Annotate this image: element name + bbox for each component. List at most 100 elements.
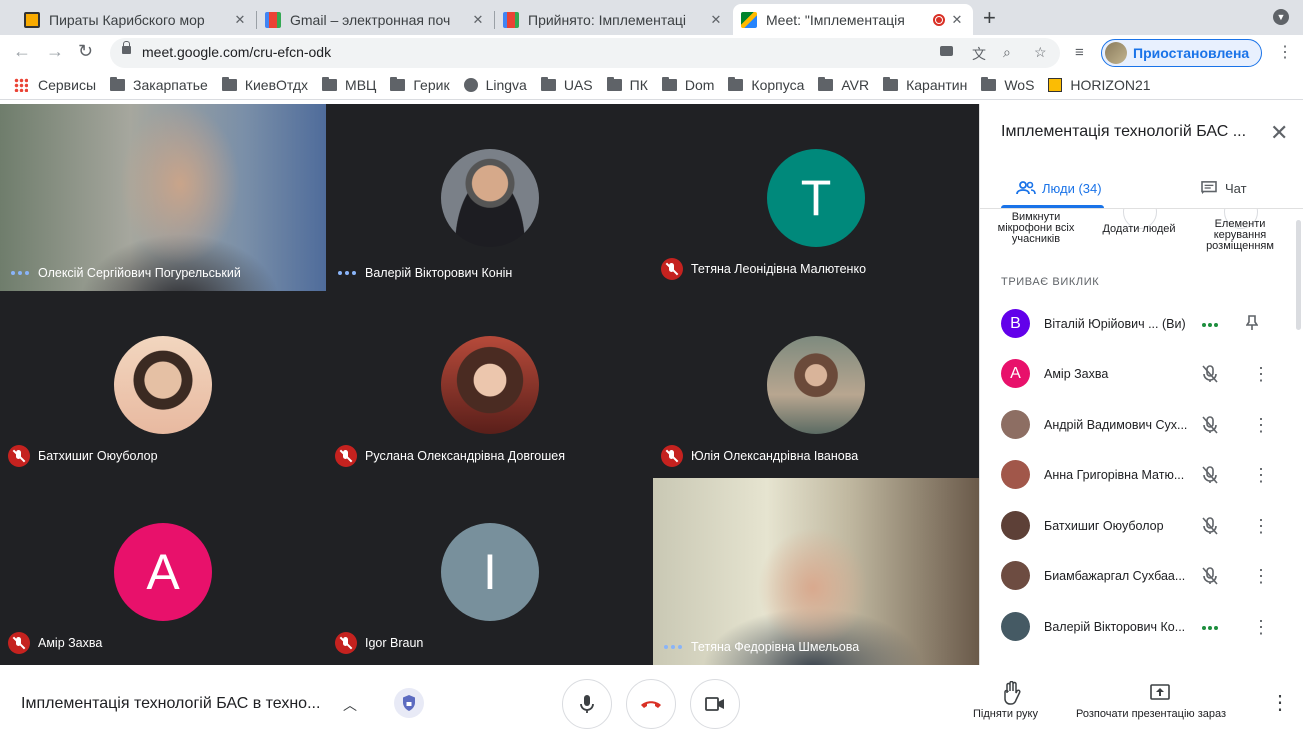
panel-title: Імплементація технологій БАС ... — [1001, 123, 1247, 140]
bookmark-folder[interactable]: WoS — [981, 76, 1035, 93]
browser-menu-icon[interactable]: ⋮ — [1277, 42, 1293, 62]
chevron-up-icon[interactable]: ︿ — [343, 695, 357, 715]
more-options-icon[interactable]: ⋮ — [1252, 617, 1270, 637]
avatar — [1001, 410, 1030, 439]
more-options-icon[interactable]: ⋮ — [1270, 693, 1290, 713]
translate-icon[interactable]: 文 — [972, 44, 986, 64]
list-item[interactable]: A Амір Захва ⋮ — [980, 349, 1303, 399]
microphone-button[interactable] — [562, 679, 612, 729]
participant-video — [0, 104, 326, 291]
bookmark-folder[interactable]: Dom — [661, 76, 714, 93]
bookmark-folder[interactable]: Закарпатье — [110, 76, 208, 93]
browser-tab[interactable]: Прийнято: Імплементаці ✕ — [495, 4, 732, 35]
participant-tile[interactable]: Олексій Сергійович Погурельський — [0, 104, 326, 291]
list-item[interactable]: Анна Григорівна Матю... ⋮ — [980, 450, 1303, 500]
tab-title: Gmail – электронная поч — [290, 11, 451, 28]
bookmark-label: Герик — [413, 76, 450, 93]
bookmark-folder[interactable]: UAS — [540, 76, 593, 93]
tab-people[interactable]: Люди (34) — [1016, 170, 1102, 206]
address-bar[interactable]: meet.google.com/cru-efcn-odk 文 ⌕ ☆ — [110, 38, 1060, 68]
bookmark-folder[interactable]: Герик — [390, 76, 450, 93]
list-item[interactable]: Андрій Вадимович Сух... ⋮ — [980, 400, 1303, 450]
participant-name: Амір Захва — [38, 636, 103, 650]
mute-all-button[interactable]: Вимкнути мікрофони всіх учасників — [995, 212, 1077, 245]
gmail-icon — [265, 11, 281, 28]
speaking-icon — [11, 271, 29, 275]
bookmark-folder[interactable]: Карантин — [883, 76, 967, 93]
avatar — [1105, 42, 1127, 64]
browser-tab-active[interactable]: Meet: "Імплементація ✕ — [733, 4, 973, 35]
present-label[interactable]: Розпочати презентацію зараз — [1076, 708, 1226, 720]
more-options-icon[interactable]: ⋮ — [1252, 465, 1270, 485]
participant-tile[interactable]: A Амір Захва — [0, 478, 326, 665]
layout-controls-button[interactable]: Елементи керування розміщенням — [1199, 219, 1281, 252]
participant-tile[interactable]: Т Тетяна Леонідівна Малютенко — [653, 104, 979, 291]
participant-name-tag: Валерій Вікторович Конін — [335, 266, 512, 280]
add-people-button[interactable]: Додати людей — [1098, 224, 1180, 235]
mic-off-icon — [8, 445, 30, 467]
meeting-title[interactable]: Імплементація технологій БАС в техно... — [21, 695, 320, 713]
person-name: Амір Захва — [1044, 367, 1109, 381]
browser-tab[interactable]: Gmail – электронная поч ✕ — [257, 4, 494, 35]
participant-tile[interactable]: Батхишиг Оюуболор — [0, 291, 326, 478]
star-icon[interactable]: ☆ — [1034, 44, 1047, 61]
back-icon[interactable]: ← — [13, 41, 31, 62]
more-options-icon[interactable]: ⋮ — [1252, 566, 1270, 586]
present-icon[interactable] — [1150, 684, 1170, 702]
shield-icon[interactable] — [394, 688, 424, 718]
participant-tile[interactable]: Юлія Олександрівна Іванова — [653, 291, 979, 478]
participant-tile[interactable]: Тетяна Федорівна Шмельова — [653, 478, 979, 665]
participant-name-tag: Тетяна Федорівна Шмельова — [661, 640, 859, 654]
more-options-icon[interactable]: ⋮ — [1252, 364, 1270, 384]
reload-icon[interactable]: ↻ — [78, 41, 93, 62]
participant-tile[interactable]: Валерій Вікторович Конін — [327, 104, 653, 291]
participant-tile[interactable]: Руслана Олександрівна Довгошея — [327, 291, 653, 478]
speaking-icon — [1202, 323, 1218, 327]
profile-button[interactable]: Приостановлена — [1101, 39, 1262, 67]
avatar — [1001, 511, 1030, 540]
camera-button[interactable] — [690, 679, 740, 729]
bookmark-folder[interactable]: МВЦ — [322, 76, 376, 93]
raise-hand-icon[interactable] — [1001, 681, 1021, 705]
close-tab-icon[interactable]: ✕ — [232, 12, 248, 28]
bookmark-link[interactable]: Lingva — [463, 77, 527, 93]
camera-icon[interactable] — [940, 46, 953, 56]
more-options-icon[interactable]: ⋮ — [1252, 516, 1270, 536]
tab-chat[interactable]: Чат — [1199, 170, 1247, 206]
zoom-icon[interactable]: ⌕ — [1003, 44, 1011, 61]
list-item[interactable]: Биамбажаргал Сухбаа... ⋮ — [980, 551, 1303, 601]
pin-icon[interactable] — [1246, 315, 1258, 331]
bookmark-folder[interactable]: AVR — [818, 76, 869, 93]
raise-hand-label[interactable]: Підняти руку — [973, 708, 1038, 720]
bookmark-apps[interactable]: Сервисы — [14, 77, 96, 93]
participant-name: Igor Braun — [365, 636, 424, 650]
panel-scrollbar[interactable] — [1296, 220, 1301, 330]
folder-icon — [883, 76, 899, 91]
tab-search-icon[interactable]: ▼ — [1273, 9, 1289, 25]
globe-icon — [463, 77, 478, 92]
list-item[interactable]: Батхишиг Оюуболор ⋮ — [980, 501, 1303, 551]
forward-icon[interactable]: → — [46, 41, 64, 62]
close-tab-icon[interactable]: ✕ — [708, 12, 724, 28]
bookmark-label: WoS — [1004, 76, 1035, 93]
bookmark-label: Закарпатье — [133, 76, 208, 93]
list-item[interactable]: Валерій Вікторович Ко... ⋮ — [980, 602, 1303, 652]
leave-call-button[interactable] — [626, 679, 676, 729]
close-tab-icon[interactable]: ✕ — [470, 12, 486, 28]
participant-photo — [441, 149, 539, 247]
microphone-icon — [580, 695, 594, 713]
media-icon[interactable]: ≡ — [1075, 44, 1084, 61]
list-item[interactable]: В Віталій Юрійович ... (Ви) — [980, 299, 1303, 349]
close-tab-icon[interactable]: ✕ — [949, 12, 965, 28]
bookmark-folder[interactable]: Корпуса — [728, 76, 804, 93]
bookmark-folder[interactable]: КиевОтдх — [221, 76, 308, 93]
participant-name-tag: Батхишиг Оюуболор — [8, 445, 158, 467]
avatar-letter: A — [146, 544, 180, 600]
participant-tile[interactable]: I Igor Braun — [327, 478, 653, 665]
close-icon[interactable]: ✕ — [1270, 120, 1288, 146]
bookmark-link[interactable]: HORIZON21 — [1048, 77, 1151, 93]
new-tab-icon[interactable]: + — [983, 5, 996, 31]
browser-tab[interactable]: Пираты Карибского мор ✕ — [16, 4, 256, 35]
more-options-icon[interactable]: ⋮ — [1252, 415, 1270, 435]
bookmark-folder[interactable]: ПК — [606, 76, 648, 93]
